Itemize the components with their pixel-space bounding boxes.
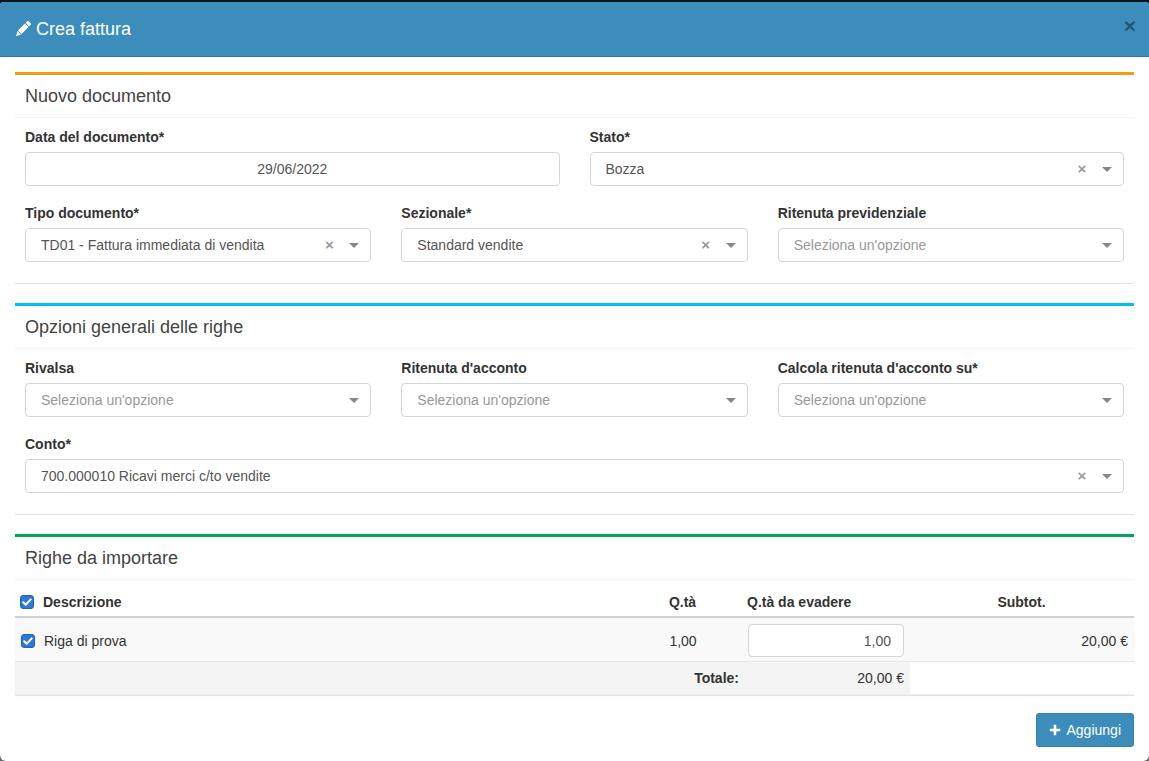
section-righe-da-importare: Righe da importare xyxy=(15,534,1134,695)
ritenuta-previdenziale-dropdown-arrow-icon xyxy=(1102,243,1112,248)
row-qta-da-evadere-cell xyxy=(742,617,910,662)
conto-dropdown-arrow-icon xyxy=(1102,474,1112,479)
tipo-documento-select[interactable]: TD01 - Fattura immediata di vendita × xyxy=(25,228,371,262)
section-title-righe-da-importare: Righe da importare xyxy=(25,547,1124,569)
row-qta: 1,00 xyxy=(624,617,742,662)
section-nuovo-documento-body: Data del documento* Stato* Bozza × xyxy=(15,118,1134,283)
tipo-documento-select-value: TD01 - Fattura immediata di vendita xyxy=(26,229,370,261)
ritenuta-previdenziale-select[interactable]: Seleziona un'opzione xyxy=(778,228,1124,262)
header-descrizione-cell: Descrizione xyxy=(15,580,624,617)
add-button[interactable]: Aggiungi xyxy=(1036,713,1135,747)
rivalsa-select[interactable]: Seleziona un'opzione xyxy=(25,383,371,417)
ritenuta-acconto-dropdown-arrow-icon xyxy=(726,398,736,403)
modal-body: Nuovo documento Data del documento* Stat… xyxy=(0,57,1149,761)
conto-select-value: 700.000010 Ricavi merci c/to vendite xyxy=(26,460,1123,492)
stato-label: Stato* xyxy=(590,127,1125,147)
sezionale-clear-icon[interactable]: × xyxy=(698,229,714,261)
section-title-opzioni-generali: Opzioni generali delle righe xyxy=(25,316,1124,338)
modal-title: Crea fattura xyxy=(14,17,1134,42)
pencil-icon xyxy=(14,21,31,38)
stato-select-value: Bozza xyxy=(591,153,1124,185)
calcola-ritenuta-label: Calcola ritenuta d'acconto su* xyxy=(778,358,1124,378)
field-calcola-ritenuta: Calcola ritenuta d'acconto su* Seleziona… xyxy=(778,358,1124,417)
section-title-nuovo-documento: Nuovo documento xyxy=(25,85,1124,107)
field-sezionale: Sezionale* Standard vendite × xyxy=(401,203,747,262)
sezionale-label: Sezionale* xyxy=(401,203,747,223)
rivalsa-dropdown-arrow-icon xyxy=(349,398,359,403)
conto-label: Conto* xyxy=(25,434,1124,454)
header-descrizione: Descrizione xyxy=(43,592,122,612)
header-subtot: Subtot. xyxy=(910,580,1134,617)
ritenuta-previdenziale-label: Ritenuta previdenziale xyxy=(778,203,1124,223)
calcola-ritenuta-select-placeholder: Seleziona un'opzione xyxy=(779,384,1123,416)
stato-clear-icon[interactable]: × xyxy=(1074,153,1090,185)
row-checkbox[interactable] xyxy=(21,634,35,648)
table-row: Riga di prova 1,00 20,00 € xyxy=(15,617,1134,662)
table-header-row: Descrizione Q.tà Q.tà da evadere Subtot. xyxy=(15,580,1134,617)
tipo-documento-clear-icon[interactable]: × xyxy=(321,229,337,261)
footer-blank-cell xyxy=(910,662,1134,695)
ritenuta-acconto-label: Ritenuta d'acconto xyxy=(401,358,747,378)
import-rows-table: Descrizione Q.tà Q.tà da evadere Subtot. xyxy=(15,580,1134,695)
section-righe-header: Righe da importare xyxy=(15,537,1134,580)
totale-value: 20,00 € xyxy=(742,662,910,695)
conto-select[interactable]: 700.000010 Ricavi merci c/to vendite × xyxy=(25,459,1124,493)
field-rivalsa: Rivalsa Seleziona un'opzione xyxy=(25,358,371,417)
sezionale-select[interactable]: Standard vendite × xyxy=(401,228,747,262)
data-documento-label: Data del documento* xyxy=(25,127,560,147)
section-nuovo-documento-header: Nuovo documento xyxy=(15,75,1134,118)
modal-title-text: Crea fattura xyxy=(36,17,131,42)
plus-icon xyxy=(1049,724,1061,736)
section-opzioni-generali-body: Rivalsa Seleziona un'opzione Ritenuta d'… xyxy=(15,349,1134,514)
select-all-checkbox[interactable] xyxy=(20,595,34,609)
sezionale-select-value: Standard vendite xyxy=(402,229,746,261)
qta-da-evadere-input[interactable] xyxy=(748,624,904,657)
section-opzioni-generali: Opzioni generali delle righe Rivalsa Sel… xyxy=(15,303,1134,514)
actions-row: Aggiungi xyxy=(15,713,1134,747)
calcola-ritenuta-select[interactable]: Seleziona un'opzione xyxy=(778,383,1124,417)
row-descrizione-cell: Riga di prova xyxy=(15,617,624,662)
data-documento-input[interactable] xyxy=(25,152,560,186)
row-descrizione: Riga di prova xyxy=(44,631,127,651)
field-data-documento: Data del documento* xyxy=(25,127,560,186)
ritenuta-previdenziale-select-placeholder: Seleziona un'opzione xyxy=(779,229,1123,261)
field-stato: Stato* Bozza × xyxy=(590,127,1125,186)
field-conto: Conto* 700.000010 Ricavi merci c/to vend… xyxy=(25,434,1124,493)
ritenuta-acconto-select[interactable]: Seleziona un'opzione xyxy=(401,383,747,417)
tipo-documento-label: Tipo documento* xyxy=(25,203,371,223)
stato-dropdown-arrow-icon xyxy=(1102,167,1112,172)
totale-label: Totale: xyxy=(15,662,742,695)
section-righe-body: Descrizione Q.tà Q.tà da evadere Subtot. xyxy=(15,580,1134,695)
field-ritenuta-acconto: Ritenuta d'acconto Seleziona un'opzione xyxy=(401,358,747,417)
close-button[interactable]: × xyxy=(1124,15,1136,36)
add-button-label: Aggiungi xyxy=(1067,720,1122,740)
field-ritenuta-previdenziale: Ritenuta previdenziale Seleziona un'opzi… xyxy=(778,203,1124,262)
header-qta-da-evadere: Q.tà da evadere xyxy=(742,580,910,617)
section-opzioni-generali-header: Opzioni generali delle righe xyxy=(15,306,1134,349)
table-footer-row: Totale: 20,00 € xyxy=(15,662,1134,695)
stato-select[interactable]: Bozza × xyxy=(590,152,1125,186)
rivalsa-select-placeholder: Seleziona un'opzione xyxy=(26,384,370,416)
modal-header: Crea fattura × xyxy=(0,2,1149,57)
rivalsa-label: Rivalsa xyxy=(25,358,371,378)
row-subtot: 20,00 € xyxy=(910,617,1134,662)
header-qta: Q.tà xyxy=(624,580,742,617)
calcola-ritenuta-dropdown-arrow-icon xyxy=(1102,398,1112,403)
create-invoice-modal: Crea fattura × Nuovo documento Data del … xyxy=(0,2,1149,761)
ritenuta-acconto-select-placeholder: Seleziona un'opzione xyxy=(402,384,746,416)
conto-clear-icon[interactable]: × xyxy=(1074,460,1090,492)
field-tipo-documento: Tipo documento* TD01 - Fattura immediata… xyxy=(25,203,371,262)
section-nuovo-documento: Nuovo documento Data del documento* Stat… xyxy=(15,72,1134,283)
sezionale-dropdown-arrow-icon xyxy=(726,243,736,248)
tipo-documento-dropdown-arrow-icon xyxy=(349,243,359,248)
